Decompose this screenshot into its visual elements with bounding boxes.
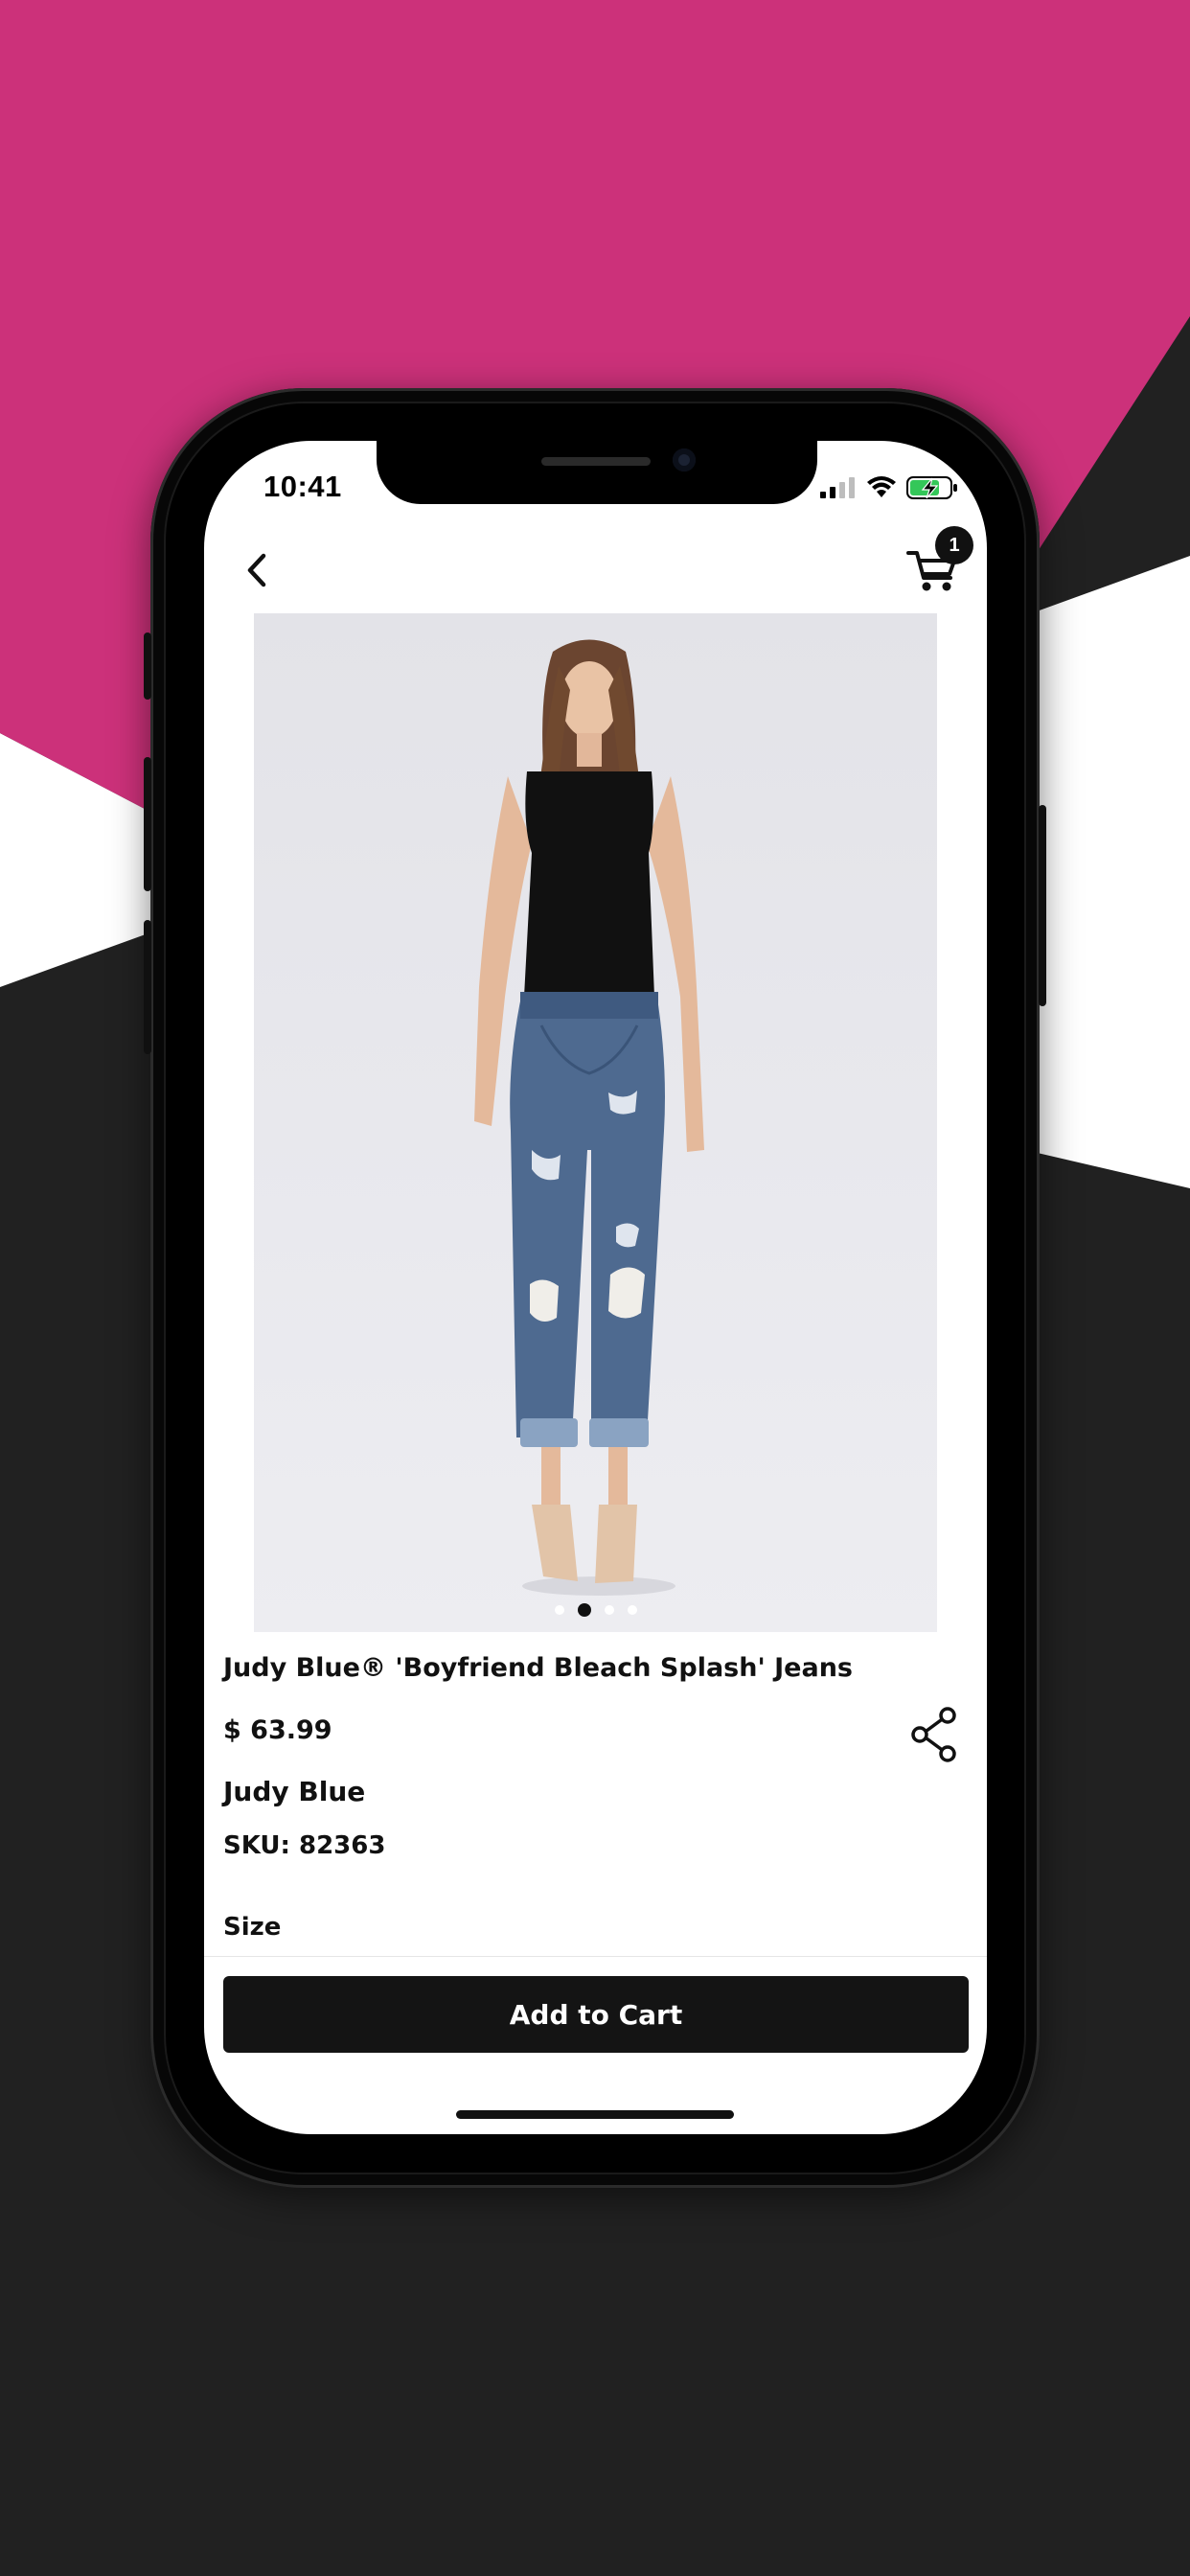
- product-sku: SKU: 82363: [223, 1831, 386, 1860]
- status-time: 10:41: [263, 470, 342, 503]
- status-icons: [820, 473, 958, 502]
- phone-volume-down-button: [144, 920, 151, 1054]
- product-price: $ 63.99: [223, 1715, 332, 1745]
- carousel-dot[interactable]: [554, 1605, 564, 1615]
- add-to-cart-button[interactable]: Add to Cart: [223, 1976, 969, 2053]
- home-indicator[interactable]: [456, 2110, 734, 2119]
- chevron-left-icon: [247, 553, 266, 587]
- battery-charging-icon: [906, 476, 957, 499]
- phone-power-button: [1039, 805, 1046, 1006]
- size-label: Size: [223, 1913, 282, 1942]
- share-button[interactable]: [908, 1706, 962, 1763]
- carousel-dot[interactable]: [604, 1605, 614, 1615]
- cart-button[interactable]: 1: [901, 526, 973, 599]
- product-title: Judy Blue® 'Boyfriend Bleach Splash' Jea…: [223, 1653, 854, 1683]
- notch: [377, 441, 817, 504]
- divider: [204, 1956, 987, 1957]
- cart-count-badge: 1: [935, 526, 973, 564]
- carousel-dot[interactable]: [627, 1605, 637, 1615]
- back-button[interactable]: [233, 546, 281, 594]
- share-icon: [911, 1707, 956, 1762]
- app-screen: 10:41 1 Judy Blue® 'Boyfriend Bleach Spl…: [204, 441, 987, 2134]
- front-camera: [673, 448, 696, 472]
- wifi-icon: [867, 476, 896, 497]
- carousel-dot-active[interactable]: [577, 1603, 591, 1617]
- phone-silent-switch: [144, 632, 151, 700]
- phone-volume-up-button: [144, 757, 151, 891]
- product-brand[interactable]: Judy Blue: [223, 1776, 365, 1807]
- product-photo-jeans: [474, 639, 704, 1596]
- carousel-dots: [254, 1603, 937, 1617]
- speaker-grille: [541, 457, 651, 466]
- product-image[interactable]: [254, 613, 937, 1632]
- cellular-signal-icon: [820, 477, 855, 498]
